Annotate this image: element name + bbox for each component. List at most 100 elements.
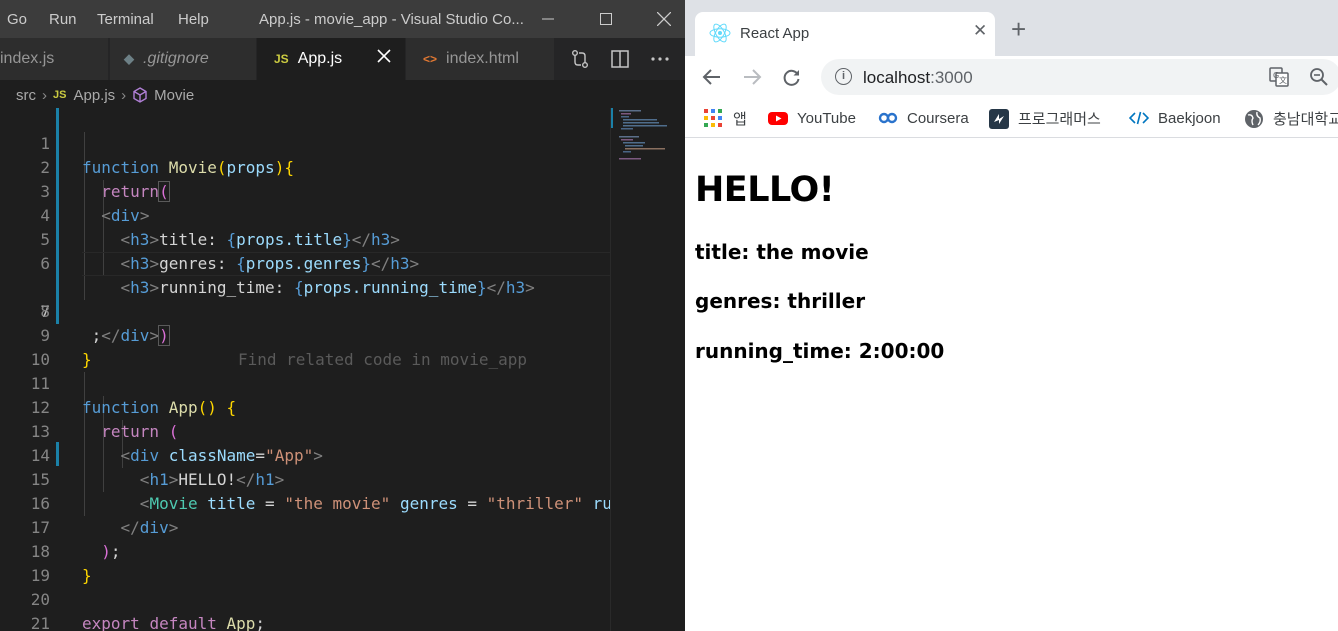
minimize-button[interactable] [525, 0, 571, 38]
breadcrumb-src[interactable]: src [16, 87, 36, 104]
code-line: 8 ; [0, 276, 610, 345]
bookmark-baekjoon[interactable]: Baekjoon [1128, 108, 1221, 128]
menu-terminal[interactable]: Terminal [97, 11, 154, 28]
breadcrumb: src › JS App.js › Movie [0, 80, 685, 110]
close-icon [657, 12, 671, 26]
zoom-out-icon[interactable] [1309, 67, 1329, 87]
browser-tabstrip: React App ✕ + [685, 0, 1338, 56]
bookmark-youtube[interactable]: YouTube [768, 108, 856, 128]
gitignore-file-icon: ◆ [124, 51, 134, 66]
js-file-icon: JS [53, 89, 67, 101]
editor-scrollbar[interactable] [674, 108, 685, 631]
web-page-content: HELLO! title: the movie genres: thriller… [685, 139, 1338, 631]
code-line: 17 ); [0, 492, 610, 561]
forward-button[interactable] [739, 64, 765, 90]
close-window-button[interactable] [641, 0, 685, 38]
vscode-window: Go Run Terminal Help App.js - movie_app … [0, 0, 685, 631]
maximize-button[interactable] [583, 0, 629, 38]
js-file-icon: JS [274, 52, 289, 66]
browser-tab-title: React App [740, 25, 810, 42]
new-tab-plus-icon[interactable]: + [1011, 16, 1026, 42]
code-line: 14 <h1>HELLO!</h1> [0, 420, 610, 489]
breadcrumb-movie[interactable]: Movie [154, 87, 194, 104]
apps-grid-icon [704, 108, 724, 129]
reload-button[interactable] [779, 64, 805, 90]
compare-changes-button[interactable] [560, 38, 600, 80]
menu-run[interactable]: Run [49, 11, 77, 28]
git-compare-icon [572, 50, 588, 68]
split-editor-icon [611, 50, 629, 68]
bookmark-cnu[interactable]: 충남대학교 [1244, 108, 1338, 129]
coursera-icon [878, 108, 898, 128]
bookmark-label: 프로그래머스 [1018, 111, 1101, 128]
code-line: 13 <div className="App"> [0, 396, 610, 465]
arrow-right-icon [744, 69, 762, 85]
code-line: 5 <h3>genres: {props.genres}</h3> [0, 204, 610, 273]
current-line-highlight [82, 252, 610, 276]
code-brackets-icon [1128, 108, 1150, 128]
close-tab-icon[interactable] [377, 49, 391, 68]
bookmark-label: Coursera [907, 109, 969, 127]
page-heading: HELLO! [695, 170, 835, 210]
code-line: 20 export default App; [0, 564, 610, 631]
code-line: 10 [0, 324, 610, 369]
browser-toolbar: i localhost:3000 G 文 [685, 56, 1338, 98]
browser-window: React App ✕ + i localhost:3000 G 文 앱 You… [685, 0, 1338, 631]
bookmark-programmers[interactable]: 프로그래머스 [989, 108, 1101, 129]
bookmarks-bar: 앱 YouTube Coursera 프로그래머스 Baekjoon 충남대학교 [685, 98, 1338, 138]
translate-icon[interactable]: G 文 [1269, 67, 1289, 87]
minimap-preview [611, 108, 667, 160]
reload-icon [783, 69, 800, 86]
minimize-icon [542, 18, 554, 20]
back-button[interactable] [699, 64, 725, 90]
more-actions-button[interactable] [640, 38, 680, 80]
arrow-left-icon [702, 69, 720, 85]
tab-app-js[interactable]: JS App.js [257, 38, 406, 80]
code-line: 16 </div> [0, 468, 610, 537]
current-code-line: 7 </div>) Find related code in movie_app [0, 252, 610, 369]
menu-go[interactable]: Go [7, 11, 27, 28]
bookmark-apps[interactable]: 앱 [704, 108, 747, 129]
tab-label: index.html [446, 50, 519, 67]
tab-index-html[interactable]: <> index.html [406, 38, 555, 80]
code-line: 18 } [0, 516, 610, 585]
bookmark-label: 앱 [733, 111, 747, 128]
ellipsis-icon [651, 57, 669, 61]
code-line: 12 return ( [0, 372, 610, 441]
code-line: 1 function Movie(props){ [0, 108, 610, 177]
movie-title: title: the movie [695, 240, 869, 264]
tab-label: .gitignore [143, 50, 209, 67]
address-bar[interactable]: i localhost:3000 G 文 [821, 59, 1338, 95]
browser-tab-react-app[interactable]: React App ✕ [695, 12, 995, 56]
react-logo-icon [709, 23, 731, 43]
code-line: 9 } [0, 300, 610, 369]
bookmark-coursera[interactable]: Coursera [878, 108, 969, 128]
movie-running-time: running_time: 2:00:00 [695, 339, 945, 363]
maximize-icon [600, 13, 612, 25]
site-info-icon[interactable]: i [835, 68, 852, 85]
breadcrumb-app-js[interactable]: App.js [73, 87, 115, 104]
menu-help[interactable]: Help [178, 11, 209, 28]
line-number: 21 [30, 614, 50, 631]
tab-gitignore[interactable]: ◆ .gitignore [110, 38, 257, 80]
svg-text:文: 文 [1279, 75, 1287, 85]
chevron-right-icon: › [121, 86, 127, 104]
code-line: 11 function App() { [0, 348, 610, 417]
code-line: 3 <div> [0, 156, 610, 225]
code-line: 4 <h3>title: {props.title}</h3> [0, 180, 610, 249]
split-editor-button[interactable] [600, 38, 640, 80]
minimap[interactable] [610, 108, 674, 631]
code-editor[interactable]: 1 function Movie(props){ 2 return( 3 <di… [0, 108, 612, 631]
bookmark-label: 충남대학교 [1273, 111, 1338, 128]
code-line: 6 <h3>running_time: {props.running_time}… [0, 228, 610, 297]
tab-label: index.js [0, 50, 55, 67]
tab-index-js[interactable]: index.js [0, 38, 109, 80]
programmers-icon [989, 108, 1009, 129]
code-line: 19 [0, 540, 610, 585]
movie-genres: genres: thriller [695, 289, 866, 313]
close-tab-icon[interactable]: ✕ [973, 21, 987, 41]
tab-label: App.js [297, 50, 343, 67]
chevron-right-icon: › [42, 86, 47, 104]
tab-actions [560, 38, 680, 80]
bookmark-label: Baekjoon [1158, 109, 1221, 127]
